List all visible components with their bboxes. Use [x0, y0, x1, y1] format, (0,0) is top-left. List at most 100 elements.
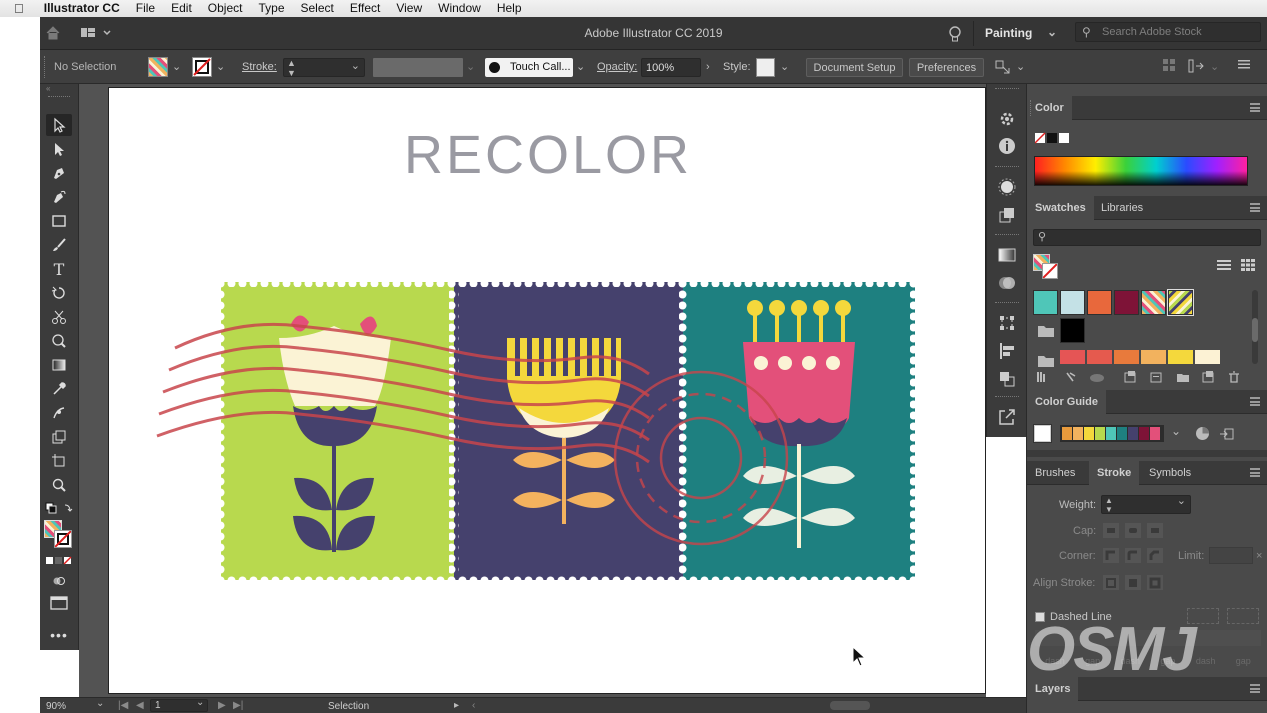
- chevron-down-icon[interactable]: ⌄: [1210, 58, 1219, 77]
- tab-libraries[interactable]: Libraries: [1093, 196, 1151, 220]
- paintbrush-tool-icon[interactable]: [46, 234, 72, 256]
- cap-buttons[interactable]: [1103, 522, 1169, 539]
- stamp-illustration[interactable]: [149, 278, 929, 598]
- harmony-swatch[interactable]: [1128, 427, 1138, 440]
- transform-panel-icon[interactable]: [998, 314, 1016, 332]
- chevron-down-icon[interactable]: ⌄: [1016, 58, 1025, 77]
- screen-mode-icon[interactable]: [46, 592, 72, 614]
- panel-menu-icon[interactable]: [1250, 684, 1260, 693]
- folder-icon[interactable]: [1037, 324, 1055, 338]
- default-fill-stroke-icon[interactable]: [45, 502, 73, 516]
- chevron-down-icon[interactable]: ⌄: [576, 58, 585, 77]
- more-tools-icon[interactable]: •••: [46, 624, 72, 646]
- symbol-sprayer-tool-icon[interactable]: [46, 426, 72, 448]
- panel-menu-icon[interactable]: [1250, 203, 1260, 212]
- preferences-button[interactable]: Preferences: [909, 58, 984, 77]
- harmony-rules-strip[interactable]: [1060, 425, 1164, 442]
- folder-icon[interactable]: [1037, 354, 1055, 368]
- puppet-warp-tool-icon[interactable]: [46, 402, 72, 424]
- swatch-yellow[interactable]: [1168, 350, 1193, 364]
- limit-field[interactable]: [1209, 547, 1253, 564]
- chevron-down-icon[interactable]: ⌄: [196, 697, 204, 708]
- transform-icon[interactable]: [1188, 58, 1204, 77]
- stroke-stepper[interactable]: ▲ ▼ ⌄: [283, 58, 365, 78]
- gradient-panel-icon[interactable]: [998, 246, 1016, 264]
- swatch-fill-stroke-indicator[interactable]: [1033, 254, 1059, 280]
- tab-color-guide[interactable]: Color Guide: [1027, 390, 1106, 414]
- tab-swatches[interactable]: Swatches: [1027, 196, 1094, 220]
- align-objects-icon[interactable]: [1162, 58, 1176, 77]
- align-panel-icon[interactable]: [998, 342, 1016, 360]
- previous-artboard-icon[interactable]: ◀: [136, 700, 144, 711]
- menu-view[interactable]: View: [388, 0, 430, 17]
- swatch-coral[interactable]: [1087, 350, 1112, 364]
- variable-width-profile[interactable]: [373, 58, 463, 77]
- swatch-black[interactable]: [1060, 318, 1085, 343]
- style-swatch[interactable]: [756, 58, 775, 77]
- swatch-pattern-1[interactable]: [1141, 290, 1166, 315]
- direct-selection-tool-icon[interactable]: [46, 138, 72, 160]
- artboard-tool-icon[interactable]: [46, 450, 72, 472]
- stroke-none-swatch[interactable]: [192, 57, 212, 77]
- brush-definition[interactable]: Touch Call...: [485, 58, 573, 77]
- harmony-swatch[interactable]: [1106, 427, 1116, 440]
- artboard-heading[interactable]: RECOLOR: [109, 124, 987, 186]
- gear-icon[interactable]: [998, 110, 1016, 128]
- swatch-scrollbar[interactable]: [1252, 290, 1258, 364]
- stroke-label[interactable]: Stroke:: [242, 58, 277, 77]
- arrange-documents-icon[interactable]: [994, 58, 1012, 77]
- swatch-maroon[interactable]: [1114, 290, 1139, 315]
- dash-preset-2[interactable]: [1227, 608, 1259, 624]
- color-spectrum[interactable]: [1034, 156, 1248, 186]
- weight-stepper[interactable]: ▲ ▼ ⌄: [1101, 495, 1191, 514]
- lightbulb-icon[interactable]: [947, 25, 963, 43]
- harmony-swatch[interactable]: [1095, 427, 1105, 440]
- canvas-area[interactable]: RECOLOR: [79, 84, 986, 697]
- tab-stroke[interactable]: Stroke: [1089, 461, 1140, 485]
- last-artboard-icon[interactable]: ▶|: [233, 700, 243, 711]
- panel-menu-icon[interactable]: [1250, 103, 1260, 112]
- zoom-level[interactable]: 90%: [46, 701, 66, 712]
- info-icon[interactable]: [998, 137, 1016, 155]
- swatch-search-field[interactable]: ⚲: [1033, 229, 1261, 246]
- align-stroke-buttons[interactable]: [1103, 574, 1169, 591]
- panel-menu-icon[interactable]: [1250, 397, 1260, 406]
- chevron-down-icon[interactable]: ⌄: [216, 58, 225, 77]
- pen-tool-icon[interactable]: [46, 162, 72, 184]
- chevron-down-icon[interactable]: ⌄: [96, 698, 104, 709]
- edit-colors-icon[interactable]: [1195, 426, 1210, 441]
- chevron-right-icon[interactable]: ›: [706, 58, 710, 77]
- menu-help[interactable]: Help: [489, 0, 530, 17]
- gradient-tool-icon[interactable]: [46, 354, 72, 376]
- scissors-tool-icon[interactable]: [46, 306, 72, 328]
- eyedropper-tool-icon[interactable]: [46, 378, 72, 400]
- chevron-down-icon[interactable]: ⌄: [466, 58, 475, 77]
- tab-layers[interactable]: Layers: [1027, 677, 1079, 701]
- swatch-mint[interactable]: [1033, 290, 1058, 315]
- tab-color[interactable]: Color: [1027, 96, 1072, 120]
- type-tool-icon[interactable]: T: [46, 258, 72, 280]
- shape-builder-tool-icon[interactable]: [46, 330, 72, 352]
- search-stock-field[interactable]: ⚲ Search Adobe Stock: [1075, 22, 1261, 42]
- harmony-swatch[interactable]: [1139, 427, 1149, 440]
- swatch-apricot[interactable]: [1141, 350, 1166, 364]
- harmony-swatch[interactable]: [1084, 427, 1094, 440]
- zoom-tool-icon[interactable]: [46, 474, 72, 496]
- harmony-swatch[interactable]: [1150, 427, 1160, 440]
- scroll-left-icon[interactable]: ‹: [472, 700, 475, 711]
- fill-swatch[interactable]: [148, 57, 168, 77]
- opacity-label[interactable]: Opacity:: [597, 58, 637, 77]
- menu-effect[interactable]: Effect: [342, 0, 388, 17]
- swatch-pattern-2[interactable]: [1167, 289, 1194, 316]
- appearance-icon[interactable]: [998, 178, 1016, 196]
- swatch-cream[interactable]: [1195, 350, 1220, 364]
- swatch-pale-blue[interactable]: [1060, 290, 1085, 315]
- grid-view-icon[interactable]: [1241, 259, 1255, 271]
- chevron-down-icon[interactable]: ⌄: [172, 58, 181, 77]
- panel-menu-icon[interactable]: [1250, 468, 1260, 477]
- menu-edit[interactable]: Edit: [163, 0, 200, 17]
- graphic-styles-icon[interactable]: [998, 206, 1016, 224]
- rotate-tool-icon[interactable]: [46, 282, 72, 304]
- horizontal-scrollbar[interactable]: [830, 701, 870, 710]
- save-color-group-icon[interactable]: [1219, 427, 1235, 441]
